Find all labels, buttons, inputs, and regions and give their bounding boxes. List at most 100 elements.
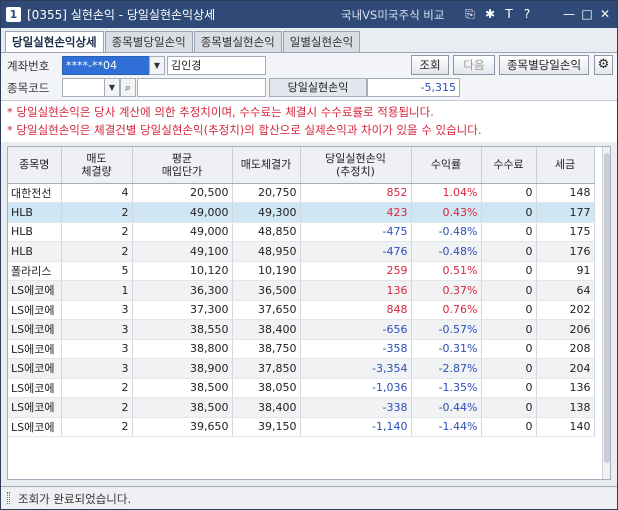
table-row[interactable]: HLB 2 49,000 48,850 -475 -0.48% 0 175 (8, 222, 595, 242)
cell-tax: 175 (536, 222, 595, 242)
query-button[interactable]: 조회 (411, 55, 449, 75)
cell-avg: 38,800 (132, 339, 233, 359)
daily-realized-pnl-value: -5,315 (367, 78, 460, 97)
cell-qty: 3 (61, 319, 133, 340)
col-header-sell-qty-line2: 체결량 (81, 164, 112, 178)
cell-qty: 2 (61, 397, 133, 418)
minimize-icon[interactable]: — (561, 6, 577, 22)
search-icon[interactable]: ⌕ (120, 78, 136, 97)
help-icon[interactable]: ? (519, 6, 535, 22)
cell-name: LS에코에 (8, 378, 62, 398)
font-size-icon[interactable]: 𝖳 (501, 6, 517, 22)
stock-daily-pnl-button[interactable]: 종목별당일손익 (499, 55, 589, 75)
cell-qty: 2 (61, 417, 133, 437)
col-header-pnl-line2: (추정치) (336, 164, 375, 178)
pin-icon[interactable]: ✱ (482, 6, 498, 22)
cell-fee: 0 (481, 261, 537, 281)
cell-name: LS에코에 (8, 358, 62, 379)
cell-qty: 2 (61, 202, 133, 223)
table-row[interactable]: 폴라리스 5 10,120 10,190 259 0.51% 0 91 (8, 261, 595, 281)
settings-gear-icon[interactable]: ⚙ (594, 55, 613, 75)
table-row[interactable]: LS에코에 3 37,300 37,650 848 0.76% 0 202 (8, 300, 595, 320)
stock-code-input[interactable] (62, 78, 106, 97)
cell-avg: 49,000 (132, 222, 233, 242)
col-header-avg-price[interactable]: 평균 매입단가 (132, 147, 233, 184)
stock-code-dropdown-chevron-icon[interactable]: ▼ (104, 78, 120, 97)
cell-rate: -0.57% (411, 319, 482, 340)
table-row[interactable]: 대한전선 4 20,500 20,750 852 1.04% 0 148 (8, 183, 595, 203)
cell-avg: 49,100 (132, 241, 233, 262)
cell-name: HLB (8, 241, 62, 262)
link-icon[interactable]: ⎘ (462, 6, 478, 22)
tab-daily-realized-pnl[interactable]: 일별실현손익 (282, 31, 361, 52)
cell-sell: 38,050 (232, 378, 301, 398)
cell-pnl: -1,140 (300, 417, 412, 437)
cell-rate: -1.44% (411, 417, 482, 437)
cell-pnl: 848 (300, 300, 412, 320)
col-header-fee[interactable]: 수수료 (481, 147, 537, 184)
col-header-sell-price[interactable]: 매도체결가 (232, 147, 301, 184)
cell-name: HLB (8, 222, 62, 242)
cell-sell: 48,850 (232, 222, 301, 242)
cell-qty: 2 (61, 241, 133, 262)
cell-sell: 49,300 (232, 202, 301, 223)
cell-pnl: 136 (300, 280, 412, 301)
cell-name: HLB (8, 202, 62, 223)
table-row[interactable]: HLB 2 49,100 48,950 -476 -0.48% 0 176 (8, 241, 595, 262)
window: 1 [0355] 실현손익 - 당일실현손익상세 국내VS미국주식 비교 ⎘ ✱… (0, 0, 618, 510)
account-holder-name: 김인경 (167, 56, 266, 75)
cell-avg: 20,500 (132, 183, 233, 203)
cell-qty: 5 (61, 261, 133, 281)
cell-name: 폴라리스 (8, 261, 62, 281)
col-header-rate[interactable]: 수익률 (411, 147, 482, 184)
table-row[interactable]: LS에코에 3 38,800 38,750 -358 -0.31% 0 208 (8, 339, 595, 359)
cell-rate: -2.87% (411, 358, 482, 379)
scrollbar-thumb[interactable] (604, 153, 610, 463)
next-button[interactable]: 다음 (453, 55, 495, 75)
col-header-sell-qty[interactable]: 매도 체결량 (61, 147, 133, 184)
vertical-scrollbar[interactable] (602, 147, 610, 479)
cell-avg: 37,300 (132, 300, 233, 320)
cell-avg: 38,500 (132, 397, 233, 418)
cell-name: 대한전선 (8, 183, 62, 203)
table-row[interactable]: HLB 2 49,000 49,300 423 0.43% 0 177 (8, 202, 595, 223)
account-number-input[interactable]: ****-**04 (62, 56, 151, 75)
cell-sell: 36,500 (232, 280, 301, 301)
cell-name: LS에코에 (8, 397, 62, 418)
cell-rate: -0.48% (411, 222, 482, 242)
col-header-sell-qty-line1: 매도 (86, 151, 107, 165)
cell-tax: 204 (536, 358, 595, 379)
cell-sell: 10,190 (232, 261, 301, 281)
cell-tax: 202 (536, 300, 595, 320)
table-row[interactable]: LS에코에 2 39,650 39,150 -1,140 -1.44% 0 140 (8, 417, 595, 437)
app-icon: 1 (6, 7, 21, 22)
tab-daily-realized-detail[interactable]: 당일실현손익상세 (5, 31, 104, 53)
col-header-tax[interactable]: 세금 (536, 147, 595, 184)
table-row[interactable]: LS에코에 2 38,500 38,400 -338 -0.44% 0 138 (8, 397, 595, 418)
table-row[interactable]: LS에코에 1 36,300 36,500 136 0.37% 0 64 (8, 280, 595, 301)
maximize-icon[interactable]: □ (579, 6, 595, 22)
cell-rate: 0.37% (411, 280, 482, 301)
cell-pnl: -1,036 (300, 378, 412, 398)
table-row[interactable]: LS에코에 2 38,500 38,050 -1,036 -1.35% 0 136 (8, 378, 595, 398)
cell-avg: 39,650 (132, 417, 233, 437)
table-row[interactable]: LS에코에 3 38,900 37,850 -3,354 -2.87% 0 204 (8, 358, 595, 379)
col-header-name[interactable]: 종목명 (8, 147, 62, 184)
account-label: 계좌번호 (7, 59, 50, 73)
cell-name: LS에코에 (8, 339, 62, 359)
cell-avg: 38,550 (132, 319, 233, 340)
compare-link[interactable]: 국내VS미국주식 비교 (341, 7, 444, 23)
cell-sell: 38,750 (232, 339, 301, 359)
cell-fee: 0 (481, 397, 537, 418)
col-header-pnl[interactable]: 당일실현손익 (추정치) (300, 147, 412, 184)
tab-stock-daily-pnl[interactable]: 종목별당일손익 (104, 31, 193, 52)
tab-stock-realized-pnl[interactable]: 종목별실현손익 (193, 31, 282, 52)
account-dropdown-chevron-icon[interactable]: ▼ (149, 56, 165, 75)
table-row[interactable]: LS에코에 3 38,550 38,400 -656 -0.57% 0 206 (8, 319, 595, 340)
status-bar: 조회가 완료되었습니다. (1, 486, 617, 509)
window-title: [0355] 실현손익 - 당일실현손익상세 (27, 6, 215, 23)
stock-code-label: 종목코드 (7, 81, 50, 95)
cell-pnl: 259 (300, 261, 412, 281)
cell-pnl: -656 (300, 319, 412, 340)
close-icon[interactable]: ✕ (597, 6, 613, 22)
